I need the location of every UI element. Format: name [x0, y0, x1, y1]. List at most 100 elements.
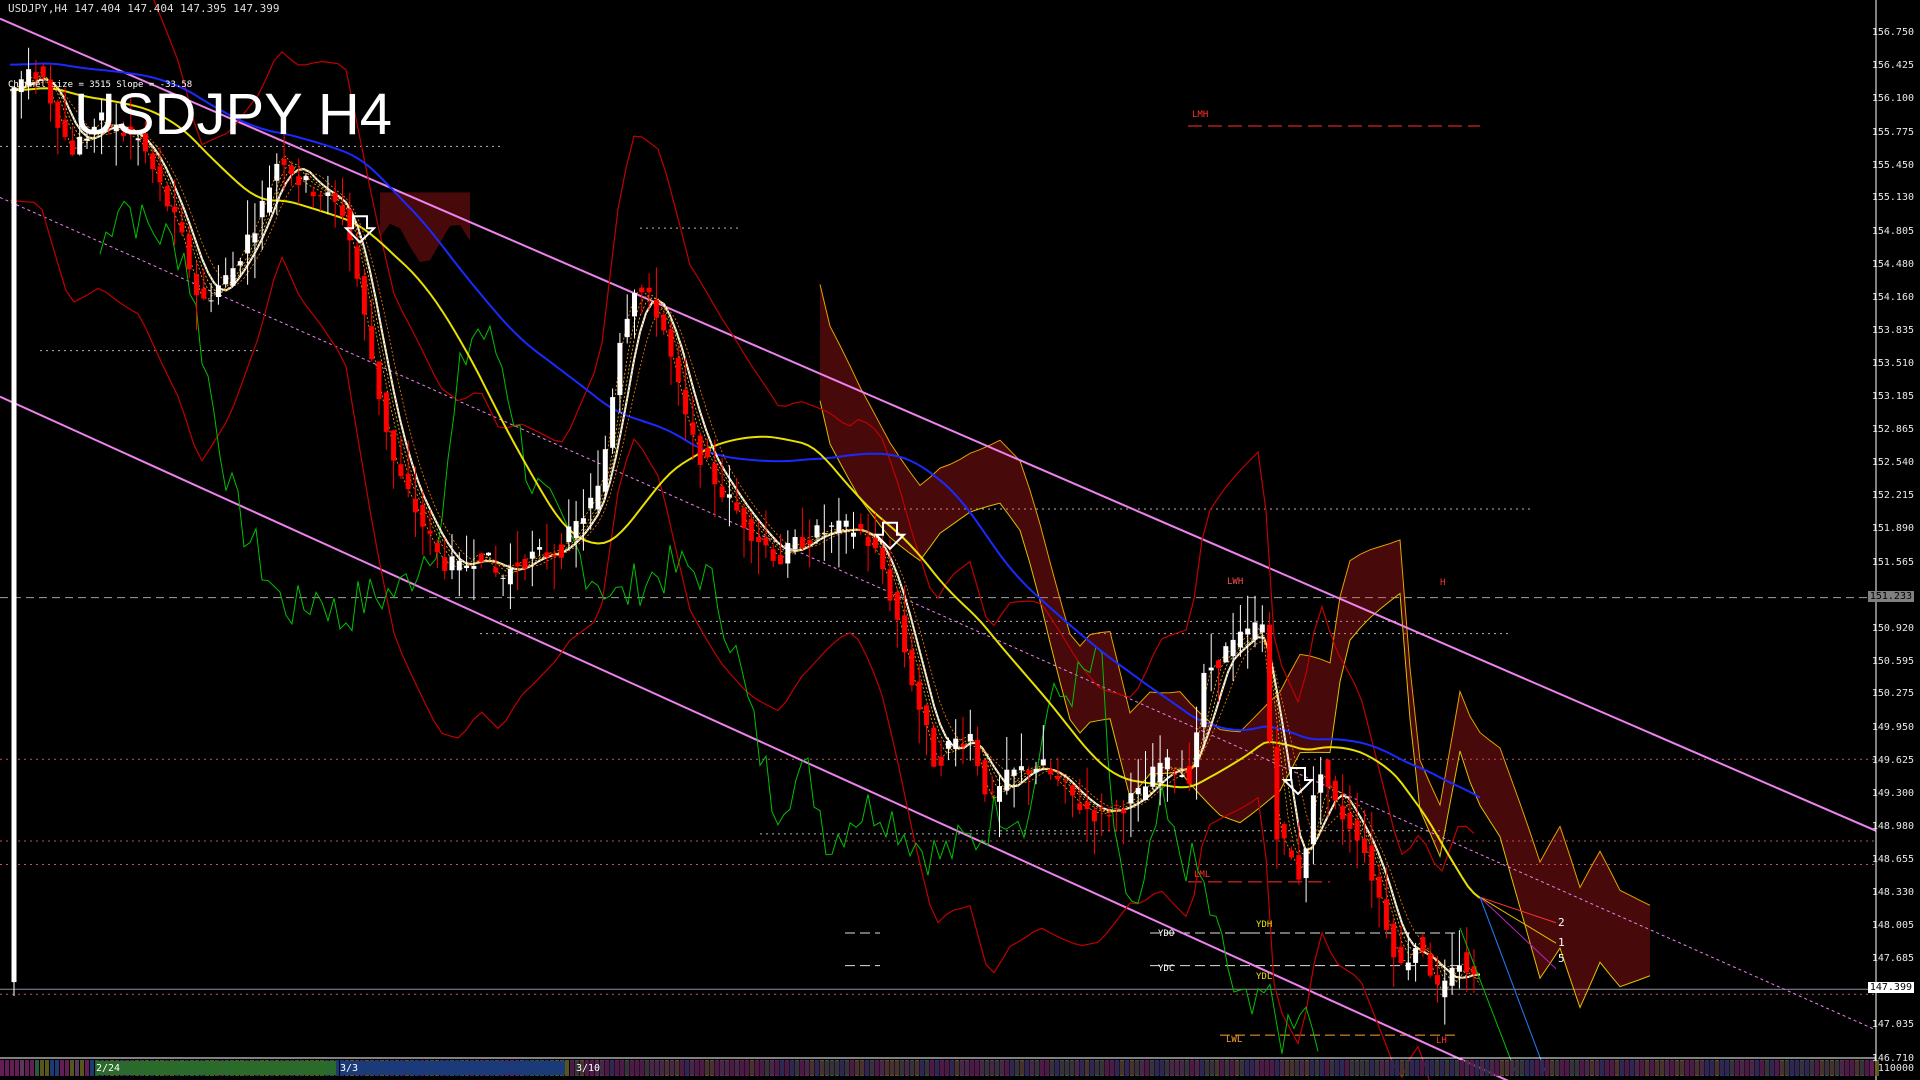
- candle-body: [340, 205, 345, 216]
- candle-body: [778, 555, 783, 565]
- candle-body: [982, 760, 988, 795]
- candle-body: [1018, 766, 1024, 771]
- chart-window[interactable]: USDJPY,H4 147.404 147.404 147.395 147.39…: [0, 0, 1920, 1080]
- candle-body: [1464, 952, 1470, 973]
- candle-body: [617, 342, 623, 396]
- candle-body: [1172, 773, 1178, 776]
- candle-body: [573, 521, 579, 539]
- session-bar: [25, 1060, 29, 1076]
- candle-body: [40, 66, 46, 78]
- candle-body: [1091, 810, 1097, 822]
- candle-body: [1135, 788, 1141, 795]
- candle-body: [945, 740, 951, 749]
- candle-body: [792, 537, 798, 550]
- candle-body: [1398, 946, 1404, 963]
- level-tag-ydl: YDL: [1256, 972, 1273, 982]
- price-tick-label: 149.300: [1871, 788, 1914, 800]
- candle-body: [1405, 962, 1411, 971]
- session-bar: [50, 1060, 54, 1076]
- candle-body: [332, 193, 338, 202]
- candle-body: [1223, 646, 1229, 663]
- candle-body: [208, 300, 214, 302]
- candle-body: [1318, 774, 1324, 793]
- session-bar: [85, 1060, 89, 1076]
- candle-body: [1216, 660, 1221, 669]
- candle-body: [62, 119, 68, 138]
- candle-body: [420, 505, 426, 527]
- price-tick-label: 151.233: [1867, 590, 1914, 602]
- candle-body: [1362, 838, 1367, 854]
- level-tag-h: H: [1440, 578, 1446, 588]
- level-tag-lmh: LMH: [1192, 110, 1209, 120]
- ema-fan-1: [9, 75, 1481, 985]
- projection-number-1: 1: [1558, 936, 1565, 949]
- candle-body: [712, 463, 718, 485]
- candle-body: [1252, 622, 1258, 640]
- price-tick-label: 154.160: [1871, 291, 1914, 303]
- moving-average-white: [9, 78, 1481, 979]
- chikou-span: [99, 200, 1319, 1054]
- candle-body: [1121, 809, 1127, 814]
- candle-body: [172, 206, 178, 213]
- session-bar: [30, 1060, 34, 1076]
- price-tick-label: 154.805: [1871, 225, 1914, 237]
- candle-body: [237, 261, 243, 266]
- candle-body: [748, 519, 754, 541]
- session-bar: [15, 1060, 19, 1076]
- candle-body: [1325, 759, 1331, 787]
- candle-body: [1456, 965, 1462, 972]
- candle-body: [872, 538, 878, 549]
- candle-body: [916, 681, 922, 710]
- candle-body: [1332, 780, 1338, 801]
- candle-body: [1310, 795, 1316, 845]
- price-tick-label: 148.330: [1871, 887, 1914, 899]
- price-tick-label: 151.890: [1871, 523, 1914, 535]
- price-tick-label: 153.835: [1871, 324, 1914, 336]
- candle-body: [770, 549, 776, 561]
- candle-body: [1128, 793, 1134, 804]
- candle-body: [902, 615, 908, 653]
- candle-body: [11, 87, 17, 983]
- price-chart[interactable]: [0, 0, 1920, 1080]
- candle-body: [267, 187, 272, 213]
- candle-body: [595, 485, 601, 510]
- candle-body: [55, 101, 61, 128]
- candle-body: [245, 234, 251, 254]
- candle-body: [325, 192, 331, 196]
- candle-body: [478, 553, 484, 562]
- candle-body: [194, 274, 199, 296]
- level-tag-lwh: LWH: [1227, 577, 1244, 587]
- session-bar: [65, 1060, 69, 1076]
- price-tick-label: 147.685: [1871, 953, 1914, 965]
- candle-body: [522, 559, 528, 569]
- candle-body: [413, 498, 418, 513]
- candle-body: [354, 246, 360, 279]
- candle-body: [507, 568, 513, 585]
- candle-body: [1113, 804, 1119, 806]
- price-tick-label: 149.625: [1871, 754, 1914, 766]
- candle-body: [580, 518, 586, 524]
- price-tick-label: 148.655: [1871, 853, 1914, 865]
- candle-body: [456, 560, 462, 571]
- candle-body: [442, 557, 448, 571]
- candle-body: [1296, 855, 1302, 880]
- price-tick-label: 146.710: [1871, 1052, 1914, 1064]
- session-bar: [70, 1060, 74, 1076]
- candle-body: [383, 392, 389, 432]
- candle-body: [1164, 757, 1170, 770]
- candle-body: [843, 520, 849, 527]
- candle-body: [179, 222, 185, 233]
- candle-body: [829, 525, 835, 527]
- candle-body: [639, 287, 645, 293]
- candle-body: [1413, 948, 1419, 963]
- candle-body: [186, 235, 192, 270]
- candle-body: [799, 537, 805, 548]
- candle-body: [1179, 775, 1185, 777]
- candle-body: [938, 756, 944, 766]
- candle-body: [705, 448, 710, 458]
- candle-body: [653, 299, 659, 318]
- candle-body: [434, 542, 440, 553]
- candle-body: [281, 158, 287, 166]
- session-bar: [80, 1060, 84, 1076]
- moving-average-blue: [9, 62, 1481, 799]
